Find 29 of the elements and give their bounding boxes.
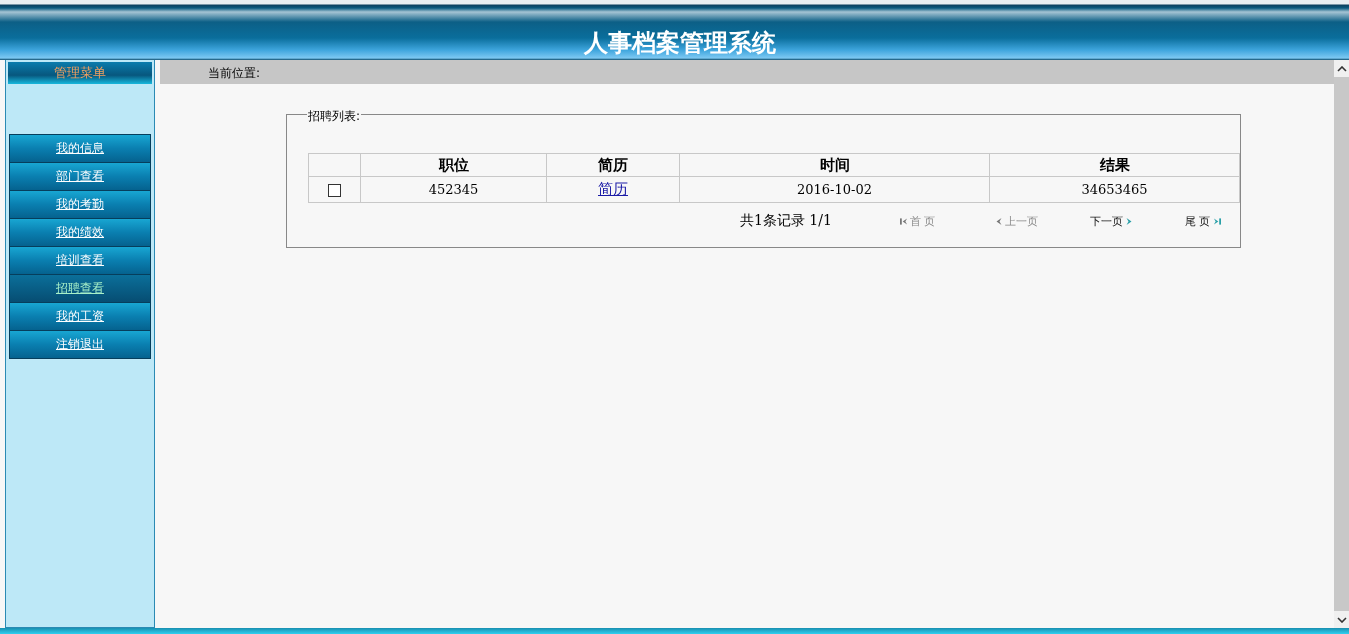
first-page-icon	[900, 216, 908, 226]
table-cell: 2016-10-02	[679, 176, 990, 203]
menu-item[interactable]: 我的绩效	[9, 218, 151, 246]
menu-item[interactable]: 我的工资	[9, 302, 151, 330]
menu-item[interactable]: 注销退出	[9, 330, 151, 359]
table-header-cell: 结果	[989, 153, 1240, 177]
last-page-icon	[1212, 216, 1221, 226]
prev-page-icon	[995, 216, 1003, 226]
next-page-icon	[1125, 216, 1133, 226]
table-cell: 452345	[360, 176, 547, 203]
breadcrumb-label: 当前位置:	[208, 66, 261, 80]
menu-item[interactable]: 招聘查看	[9, 274, 151, 302]
panel-legend: 招聘列表:	[307, 108, 362, 125]
record-count: 共1条记录 1/1	[740, 212, 833, 230]
table-cell: 34653465	[989, 176, 1240, 203]
table-header-cell: 职位	[360, 153, 547, 177]
menu-item[interactable]: 部门查看	[9, 162, 151, 190]
table-header-cell: 简历	[546, 153, 680, 177]
resume-link[interactable]: 简历	[598, 180, 628, 198]
scrollbar[interactable]	[1334, 60, 1349, 628]
system-title: 人事档案管理系统	[582, 28, 776, 59]
pager-link[interactable]: 尾 页	[1185, 213, 1221, 229]
pager-link[interactable]: 下一页	[1090, 213, 1185, 229]
menu-title: 管理菜单	[8, 62, 152, 84]
menu-item[interactable]: 我的考勤	[9, 190, 151, 218]
row-checkbox[interactable]	[328, 184, 341, 197]
menu-item[interactable]: 我的信息	[9, 134, 151, 162]
table-header-cell: 时间	[679, 153, 990, 177]
menu-item[interactable]: 培训查看	[9, 246, 151, 274]
